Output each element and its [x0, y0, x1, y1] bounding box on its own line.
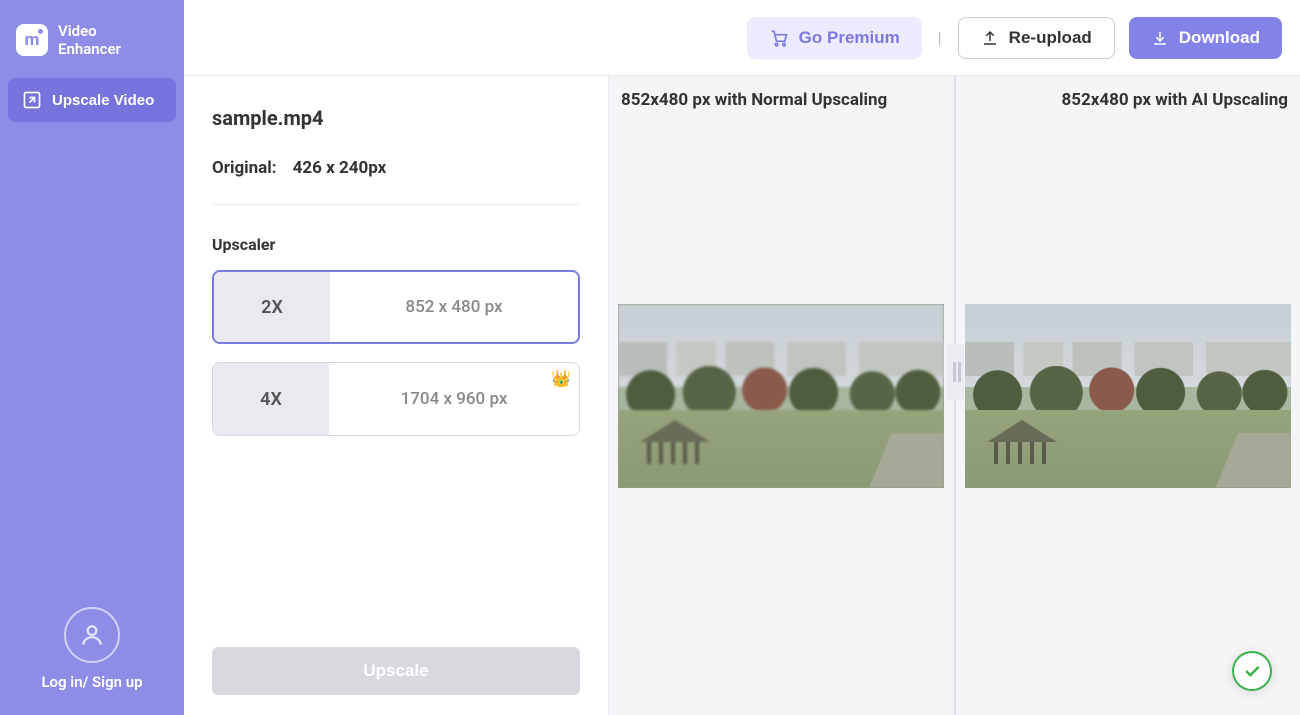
upscale-icon: [22, 90, 42, 110]
crown-icon: 👑: [551, 369, 571, 388]
app-logo: m Video Enhancer: [8, 18, 176, 78]
preview-normal-frame: [618, 304, 944, 488]
sidebar: m Video Enhancer Upscale Video Log in/ S…: [0, 0, 184, 715]
user-icon: [79, 622, 105, 648]
login-link[interactable]: Log in/ Sign up: [41, 673, 142, 691]
app-name: Video Enhancer: [58, 22, 121, 58]
comparison-slider-handle[interactable]: [946, 344, 964, 400]
download-label: Download: [1179, 28, 1260, 48]
option-resolution: 852 x 480 px: [330, 272, 578, 342]
avatar[interactable]: [64, 607, 120, 663]
reupload-label: Re-upload: [1009, 28, 1092, 48]
content: sample.mp4 Original: 426 x 240px Upscale…: [184, 76, 1300, 715]
upscale-option-4x[interactable]: 4X 1704 x 960 px 👑: [212, 362, 580, 436]
option-multiplier: 4X: [213, 363, 329, 435]
preview-area: 852x480 px with Normal Upscaling 852x480…: [609, 76, 1300, 715]
download-icon: [1151, 29, 1169, 47]
preview-normal: 852x480 px with Normal Upscaling: [609, 76, 954, 715]
preview-normal-label: 852x480 px with Normal Upscaling: [621, 90, 887, 110]
settings-panel: sample.mp4 Original: 426 x 240px Upscale…: [184, 76, 609, 715]
app-name-line2: Enhancer: [58, 40, 121, 58]
upscale-button[interactable]: Upscale: [212, 647, 580, 695]
go-premium-button[interactable]: Go Premium: [747, 17, 922, 59]
preview-ai-frame: [965, 304, 1291, 488]
status-success-badge: [1232, 651, 1272, 691]
separator: |: [936, 28, 944, 47]
header: Go Premium | Re-upload Download: [184, 0, 1300, 76]
reupload-button[interactable]: Re-upload: [958, 17, 1115, 59]
original-value: 426 x 240px: [293, 158, 387, 178]
cart-icon: [769, 28, 789, 48]
upscaler-label: Upscaler: [212, 235, 580, 254]
app-name-line1: Video: [58, 22, 121, 40]
preview-ai-label: 852x480 px with AI Upscaling: [1061, 90, 1288, 110]
original-resolution-row: Original: 426 x 240px: [212, 158, 580, 205]
logo-icon: m: [16, 24, 48, 56]
check-icon: [1242, 661, 1262, 681]
preview-ai: 852x480 px with AI Upscaling: [954, 76, 1300, 715]
filename: sample.mp4: [212, 106, 580, 130]
download-button[interactable]: Download: [1129, 17, 1282, 59]
upload-icon: [981, 29, 999, 47]
go-premium-label: Go Premium: [799, 28, 900, 48]
option-resolution: 1704 x 960 px: [329, 363, 579, 435]
option-multiplier: 2X: [214, 272, 330, 342]
sidebar-account: Log in/ Sign up: [8, 607, 176, 697]
nav-upscale-label: Upscale Video: [52, 92, 154, 109]
original-label: Original:: [212, 158, 277, 178]
upscale-option-2x[interactable]: 2X 852 x 480 px: [212, 270, 580, 344]
logo-letter: m: [25, 30, 40, 50]
nav-upscale-video[interactable]: Upscale Video: [8, 78, 176, 122]
main: Go Premium | Re-upload Download sample.m…: [184, 0, 1300, 715]
